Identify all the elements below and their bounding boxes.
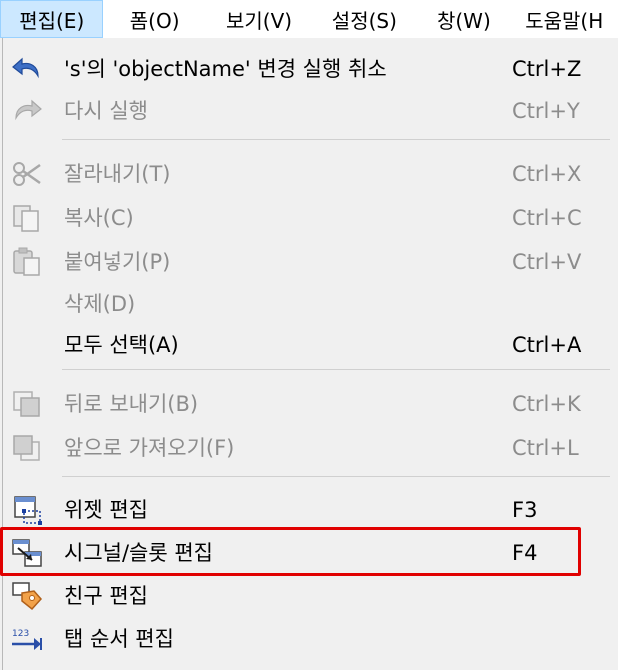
menu-item-label: 탭 순서 편집 <box>64 627 174 651</box>
menu-item-bring-front[interactable]: 앞으로 가져오기(F) Ctrl+L <box>0 427 618 469</box>
menu-item-paste[interactable]: 붙여넣기(P) Ctrl+V <box>0 241 618 283</box>
menu-separator <box>62 369 610 370</box>
menu-help[interactable]: 도움말(H <box>511 0 618 38</box>
menu-item-shortcut: Ctrl+C <box>512 206 582 230</box>
menu-bar: 편집(E) 폼(O) 보기(V) 설정(S) 창(W) 도움말(H <box>0 0 618 38</box>
send-back-icon <box>10 389 44 419</box>
menu-item-shortcut: Ctrl+L <box>512 436 579 460</box>
menu-item-shortcut: Ctrl+X <box>512 162 582 186</box>
menu-item-label: 붙여넣기(P) <box>64 250 171 274</box>
paste-icon <box>10 247 44 277</box>
menu-item-shortcut: Ctrl+Z <box>512 57 582 81</box>
tab-order-icon: 123 <box>10 624 44 654</box>
menu-item-delete[interactable]: 삭제(D) <box>0 283 618 325</box>
menu-item-label: 's'의 'objectName' 변경 실행 취소 <box>64 57 387 81</box>
menu-item-label: 다시 실행 <box>64 99 148 123</box>
menu-item-widget-edit[interactable]: 위젯 편집 F3 <box>0 489 618 531</box>
svg-text:123: 123 <box>12 629 29 639</box>
undo-icon <box>10 54 44 84</box>
edit-menu-dropdown: 's'의 'objectName' 변경 실행 취소 Ctrl+Z 다시 실행 … <box>0 38 618 670</box>
widget-edit-icon <box>10 495 44 525</box>
menu-view[interactable]: 보기(V) <box>206 0 312 38</box>
menu-item-label: 위젯 편집 <box>64 498 148 522</box>
menu-item-shortcut: Ctrl+Y <box>512 99 580 123</box>
copy-icon <box>10 203 44 233</box>
scissors-icon <box>10 159 44 189</box>
buddy-edit-icon <box>10 581 44 611</box>
menu-item-buddy-edit[interactable]: 친구 편집 <box>0 575 618 617</box>
menu-item-shortcut: Ctrl+V <box>512 250 582 274</box>
menu-item-copy[interactable]: 복사(C) Ctrl+C <box>0 197 618 239</box>
menu-item-shortcut: Ctrl+K <box>512 392 581 416</box>
menu-separator <box>62 476 610 477</box>
menu-separator <box>62 139 610 140</box>
menu-item-redo[interactable]: 다시 실행 Ctrl+Y <box>0 90 618 132</box>
menu-item-cut[interactable]: 잘라내기(T) Ctrl+X <box>0 153 618 195</box>
menu-item-label: 뒤로 보내기(B) <box>64 392 199 416</box>
menu-item-label: 삭제(D) <box>64 292 136 316</box>
menu-edit[interactable]: 편집(E) <box>0 0 104 38</box>
menu-item-shortcut: F3 <box>512 498 538 522</box>
redo-icon <box>10 96 44 126</box>
menu-item-tab-order-edit[interactable]: 123 탭 순서 편집 <box>0 618 618 660</box>
menu-settings[interactable]: 설정(S) <box>312 0 416 38</box>
menu-form[interactable]: 폼(O) <box>103 0 205 38</box>
menu-window[interactable]: 창(W) <box>417 0 512 38</box>
app-window: 편집(E) 폼(O) 보기(V) 설정(S) 창(W) 도움말(H 's'의 '… <box>0 0 618 670</box>
menu-item-label: 모두 선택(A) <box>64 333 179 357</box>
menu-item-send-back[interactable]: 뒤로 보내기(B) Ctrl+K <box>0 383 618 425</box>
highlight-annotation <box>0 527 581 576</box>
menu-item-label: 친구 편집 <box>64 584 148 608</box>
bring-front-icon <box>10 433 44 463</box>
menu-item-label: 앞으로 가져오기(F) <box>64 436 235 460</box>
menu-item-select-all[interactable]: 모두 선택(A) Ctrl+A <box>0 324 618 366</box>
menu-item-shortcut: Ctrl+A <box>512 333 582 357</box>
menu-item-label: 복사(C) <box>64 206 134 230</box>
menu-item-undo[interactable]: 's'의 'objectName' 변경 실행 취소 Ctrl+Z <box>0 48 618 90</box>
menu-item-label: 잘라내기(T) <box>64 162 171 186</box>
